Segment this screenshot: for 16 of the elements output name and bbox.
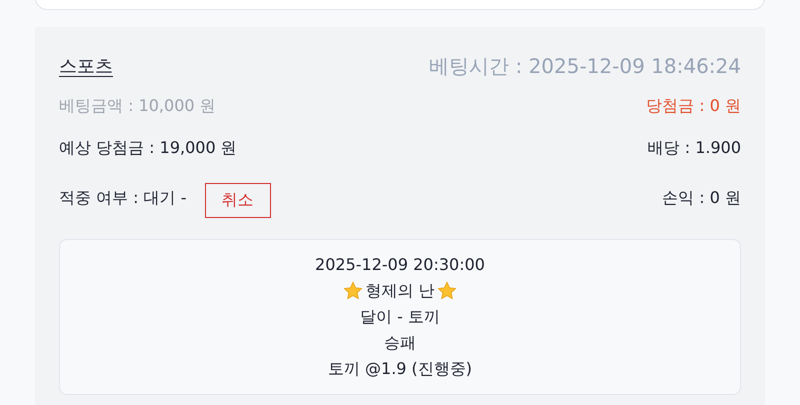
star-icon <box>343 281 364 301</box>
selected-pick: 토끼 @1.9 (진행중) <box>328 358 472 380</box>
result-status: 적중 여부 : 대기 - <box>59 188 187 208</box>
bet-amount: 베팅금액 : 10,000 원 <box>59 96 216 116</box>
bet-time: 베팅시간 : 2025-12-09 18:46:24 <box>429 52 741 80</box>
market-type: 승패 <box>384 332 416 354</box>
winnings-amount: 당첨금 : 0 원 <box>646 96 741 116</box>
cancel-button[interactable]: 취소 <box>204 182 271 218</box>
category-label: 스포츠 <box>59 55 113 78</box>
match-title: 형제의 난 <box>365 280 435 302</box>
match-teams: 달이 - 토끼 <box>360 306 440 328</box>
expected-winnings: 예상 당첨금 : 19,000 원 <box>59 138 237 158</box>
match-datetime: 2025-12-09 20:30:00 <box>315 254 485 276</box>
star-icon <box>436 281 457 301</box>
odds-value: 배당 : 1.900 <box>648 138 741 158</box>
profit-value: 손익 : 0 원 <box>662 188 741 208</box>
